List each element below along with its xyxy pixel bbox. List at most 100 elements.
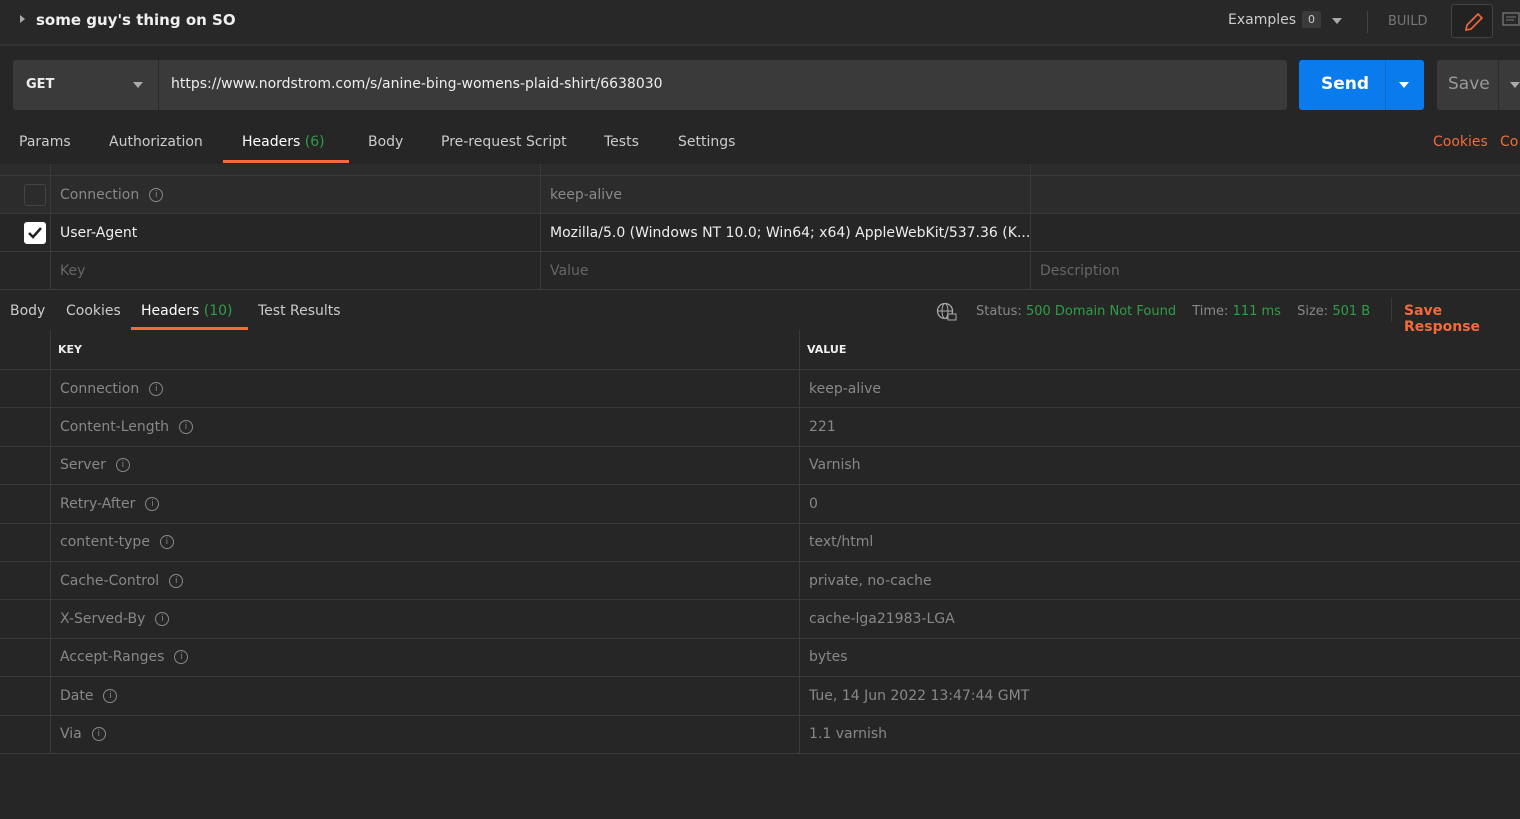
table-row-new: Key Value Description (0, 252, 1520, 290)
title-bar: some guy's thing on SO Examples 0 BUILD (0, 0, 1520, 46)
pencil-icon (1464, 12, 1484, 32)
tab-test-results[interactable]: Test Results (258, 303, 341, 319)
examples-button[interactable]: Examples (1228, 12, 1296, 28)
active-tab-indicator (223, 160, 349, 163)
header-value: private, no-cache (799, 562, 1520, 600)
info-icon[interactable]: i (145, 496, 160, 511)
header-key: content-type (60, 534, 150, 551)
table-row: X-Served-By i cache-lga21983-LGA (0, 600, 1520, 639)
header-key: Connection (60, 380, 140, 397)
globe-lock-icon[interactable] (936, 302, 958, 322)
comment-icon[interactable] (1502, 12, 1520, 30)
expand-caret-icon[interactable] (20, 15, 25, 23)
headers-count: (10) (203, 303, 233, 319)
status-value: 500 Domain Not Found (1025, 304, 1177, 319)
method-select[interactable]: GET (13, 60, 158, 110)
time-value: 111 ms (1232, 304, 1281, 319)
divider (1385, 60, 1386, 110)
value-input[interactable]: Value (540, 252, 1030, 289)
table-row: Accept-Ranges i bytes (0, 638, 1520, 678)
header-key: Date (60, 687, 94, 704)
header-key: Via (60, 726, 82, 743)
info-icon[interactable]: i (103, 688, 118, 703)
tab-tests[interactable]: Tests (604, 134, 639, 150)
header-description[interactable] (1030, 176, 1520, 213)
column-header-value: VALUE (799, 330, 1520, 369)
header-key: X-Served-By (60, 611, 146, 628)
header-value: text/html (799, 523, 1520, 561)
save-label: Save (1448, 74, 1490, 94)
header-value: Varnish (799, 446, 1520, 485)
header-value: bytes (799, 638, 1520, 677)
status-readout: Status: 500 Domain Not Found Time: 111 m… (976, 304, 1370, 319)
status-label: Status: (976, 304, 1022, 319)
enable-checkbox[interactable] (24, 222, 46, 244)
header-key: Content-Length (60, 419, 170, 436)
table-row: Date i Tue, 14 Jun 2022 13:47:44 GMT (0, 677, 1520, 716)
header-key[interactable]: Connection (60, 187, 139, 203)
request-tabs: Params Authorization Headers (6) Body Pr… (0, 120, 1520, 164)
response-bar: Body Cookies Headers (10) Test Results S… (0, 290, 1520, 335)
response-table-header: KEY VALUE (0, 330, 1520, 370)
table-row: content-type i text/html (0, 523, 1520, 562)
tab-pre-request-script[interactable]: Pre-request Script (441, 134, 567, 150)
header-description[interactable] (1030, 214, 1520, 251)
tab-settings[interactable]: Settings (678, 134, 735, 150)
save-dropdown-icon[interactable] (1510, 82, 1520, 88)
table-row: User-Agent Mozilla/5.0 (Windows NT 10.0;… (0, 214, 1520, 252)
save-button[interactable]: Save (1437, 60, 1520, 110)
header-key: Cache-Control (60, 572, 160, 589)
enable-checkbox[interactable] (24, 184, 46, 206)
send-label: Send (1321, 74, 1370, 94)
method-value: GET (26, 77, 55, 92)
tab-label: Headers (141, 303, 200, 319)
tab-headers[interactable]: Headers (6) (242, 134, 325, 150)
table-row: Cache-Control i private, no-cache (0, 562, 1520, 601)
header-value[interactable]: Mozilla/5.0 (Windows NT 10.0; Win64; x64… (540, 214, 1030, 251)
header-value[interactable]: keep-alive (540, 176, 1030, 213)
info-icon[interactable]: i (179, 420, 194, 435)
edit-button[interactable] (1451, 4, 1493, 38)
info-icon[interactable]: i (91, 727, 106, 742)
cookies-link[interactable]: Cookies (1433, 134, 1488, 150)
chevron-down-icon (133, 82, 143, 88)
tab-params[interactable]: Params (19, 134, 71, 150)
description-input[interactable]: Description (1030, 252, 1520, 289)
tab-response-body[interactable]: Body (10, 303, 45, 319)
info-icon[interactable]: i (174, 650, 189, 665)
tab-body[interactable]: Body (368, 134, 403, 150)
column-header-key: KEY (50, 330, 799, 369)
table-row: Connection i keep-alive (0, 176, 1520, 214)
tab-authorization[interactable]: Authorization (109, 134, 203, 150)
header-value: keep-alive (799, 370, 1520, 408)
send-dropdown-icon[interactable] (1399, 82, 1409, 88)
tab-response-cookies[interactable]: Cookies (66, 303, 121, 319)
info-icon[interactable]: i (115, 458, 130, 473)
build-mode-label[interactable]: BUILD (1388, 14, 1428, 29)
tab-label: Headers (242, 134, 301, 150)
info-icon[interactable]: i (149, 187, 164, 202)
header-key: Retry-After (60, 495, 136, 512)
table-row: Connection i keep-alive (0, 370, 1520, 409)
size-label: Size: (1297, 304, 1329, 319)
key-input[interactable]: Key (50, 252, 540, 289)
info-icon[interactable]: i (169, 573, 184, 588)
header-value: cache-lga21983-LGA (799, 600, 1520, 638)
send-button[interactable]: Send (1299, 60, 1424, 110)
header-key[interactable]: User-Agent (50, 214, 540, 251)
info-icon[interactable]: i (155, 612, 170, 627)
examples-dropdown-icon[interactable] (1332, 18, 1342, 24)
table-row-partial (0, 164, 1520, 176)
info-icon[interactable]: i (149, 381, 164, 396)
info-icon[interactable]: i (159, 535, 174, 550)
table-row: Via i 1.1 varnish (0, 715, 1520, 754)
time-label: Time: (1192, 304, 1229, 319)
request-title[interactable]: some guy's thing on SO (36, 11, 236, 29)
url-input[interactable]: https://www.nordstrom.com/s/anine-bing-w… (158, 60, 1287, 110)
header-value: 221 (799, 408, 1520, 446)
divider (1367, 11, 1368, 33)
size-value: 501 B (1332, 304, 1371, 319)
code-link[interactable]: Co (1500, 134, 1518, 150)
header-key: Accept-Ranges (60, 649, 165, 666)
tab-response-headers[interactable]: Headers (10) (141, 303, 232, 319)
